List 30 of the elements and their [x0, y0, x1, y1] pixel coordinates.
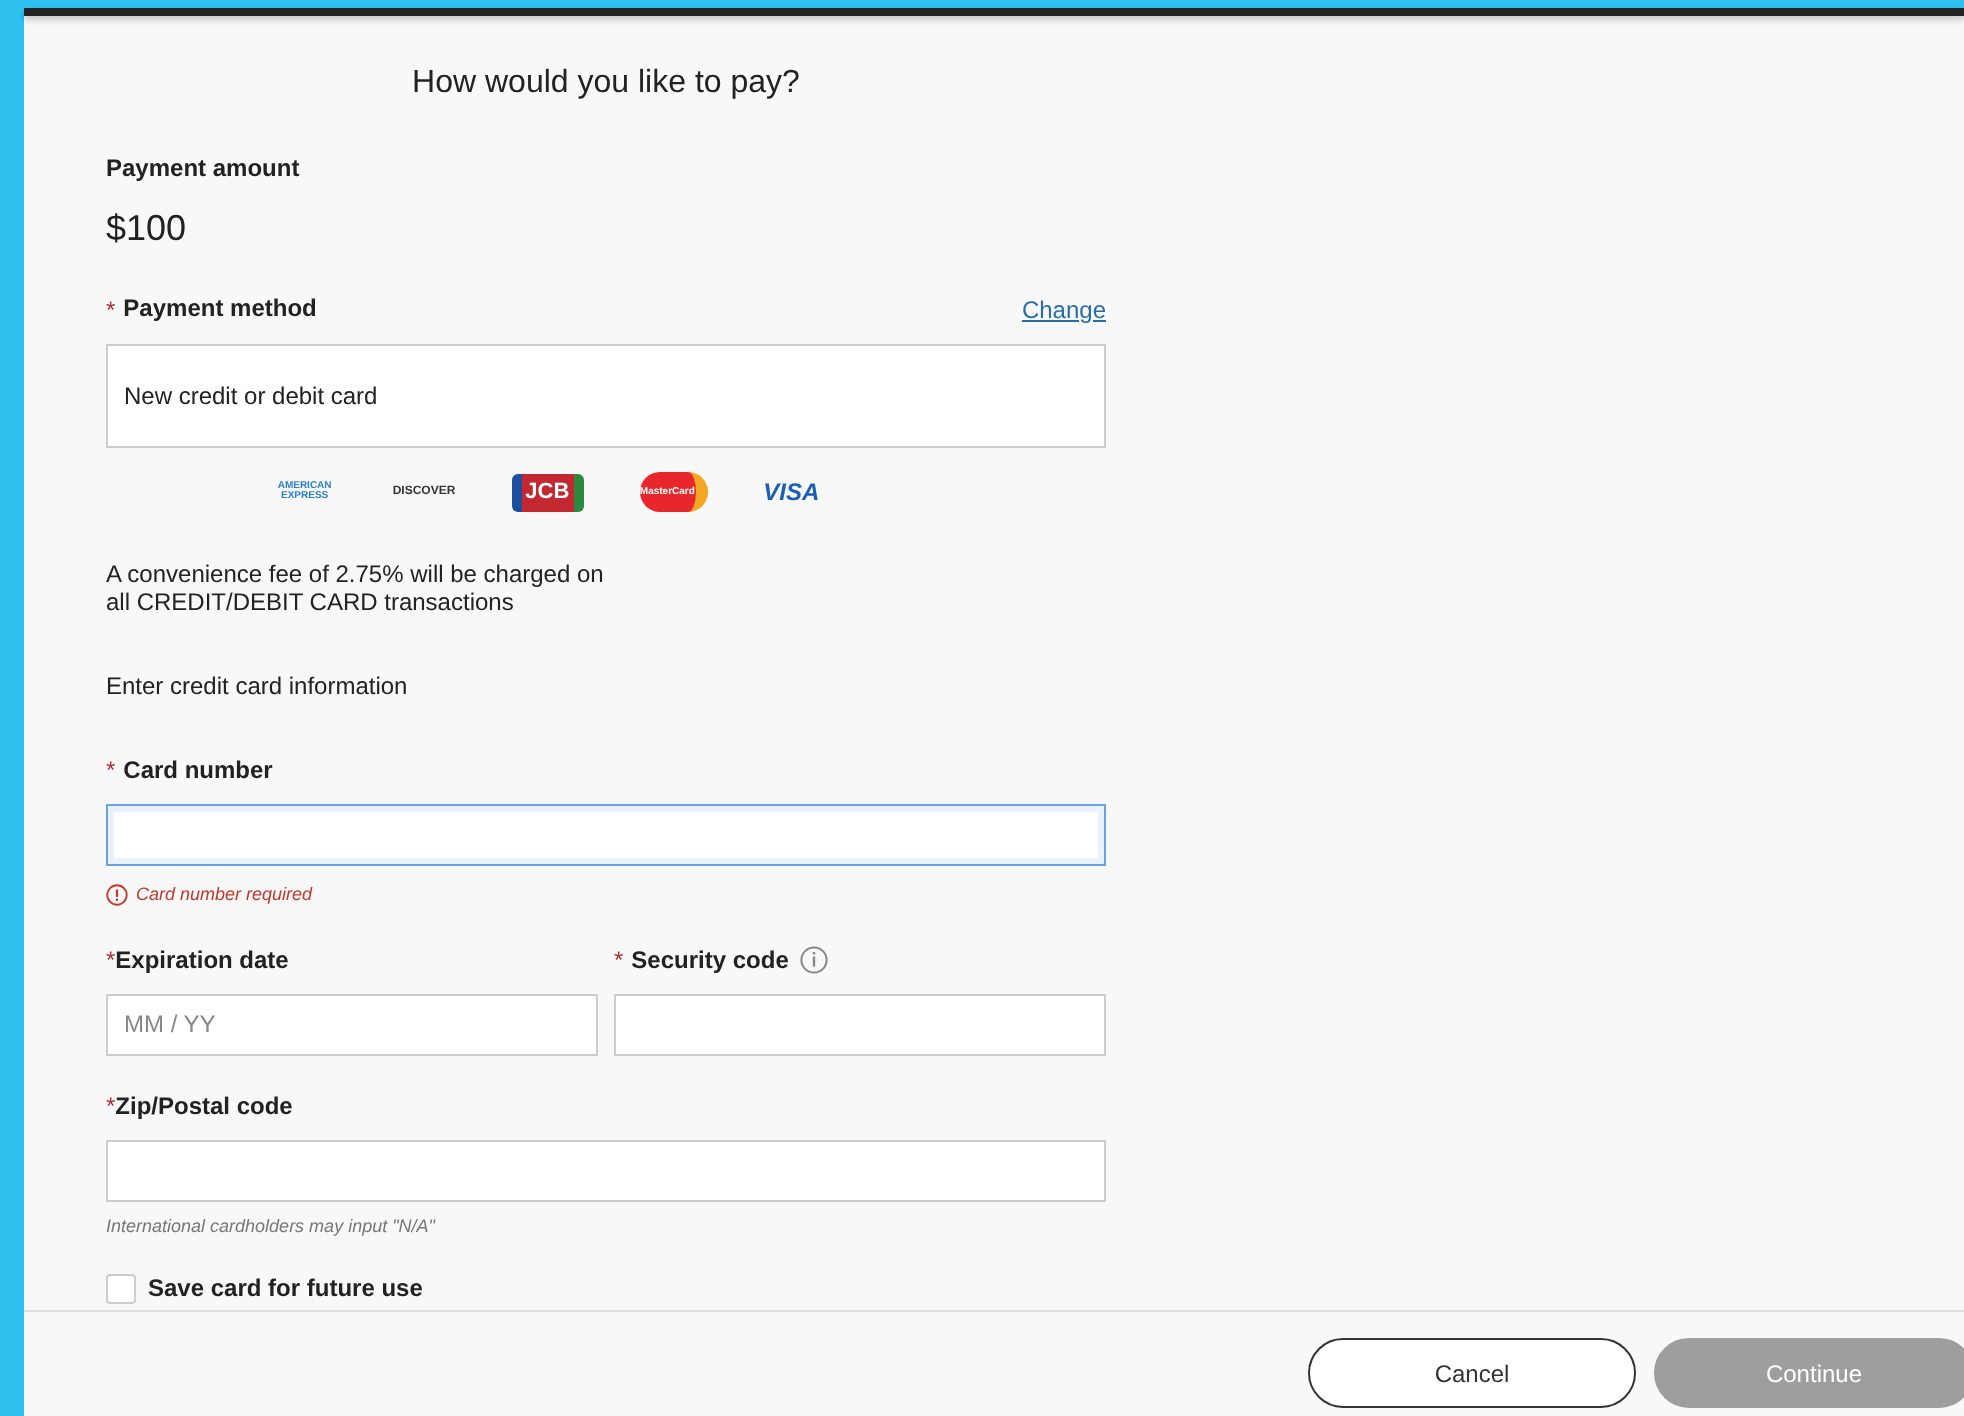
section-heading: Enter credit card information	[106, 670, 410, 704]
hint-text: International cardholders may input "N/A"	[106, 1213, 438, 1240]
zip-code-field[interactable]	[106, 1139, 1106, 1201]
field-label: Card number	[123, 754, 273, 786]
payment-method-field[interactable]: New credit or debit card	[106, 344, 1106, 448]
field-label: Zip/Postal code	[115, 1089, 293, 1121]
fee-notice: A convenience fee of 2.75% will be charged on all CREDIT/DEBIT CARD transactions	[106, 560, 606, 616]
field-label: Payment method	[123, 292, 317, 326]
field-label: Security code	[631, 943, 789, 975]
field-label: Expiration date	[115, 943, 289, 975]
alert-icon	[106, 884, 128, 907]
checkbox[interactable]	[106, 1273, 136, 1303]
required-mark: *	[106, 943, 116, 977]
expiration-field[interactable]: MM / YY	[106, 993, 598, 1055]
required-mark: *	[106, 1089, 116, 1123]
card-logo: JCB	[511, 473, 584, 511]
action-button[interactable]: Cancel	[1308, 1338, 1636, 1408]
info-icon[interactable]	[800, 945, 829, 973]
checkbox-label[interactable]: Save card for future use	[148, 1272, 423, 1304]
field-label: Payment amount	[106, 152, 302, 184]
required-mark: *	[106, 294, 116, 328]
error-text: Card number required	[136, 882, 313, 908]
required-mark: *	[106, 754, 116, 788]
card-number-field[interactable]	[106, 804, 1106, 866]
security-code-field[interactable]	[614, 993, 1106, 1055]
page-title: How would you like to pay?	[410, 64, 802, 104]
change-link[interactable]: Change	[1021, 292, 1106, 328]
payment-amount: $100	[106, 206, 189, 252]
card-logo: VISA	[763, 480, 820, 504]
required-mark: *	[614, 943, 624, 977]
